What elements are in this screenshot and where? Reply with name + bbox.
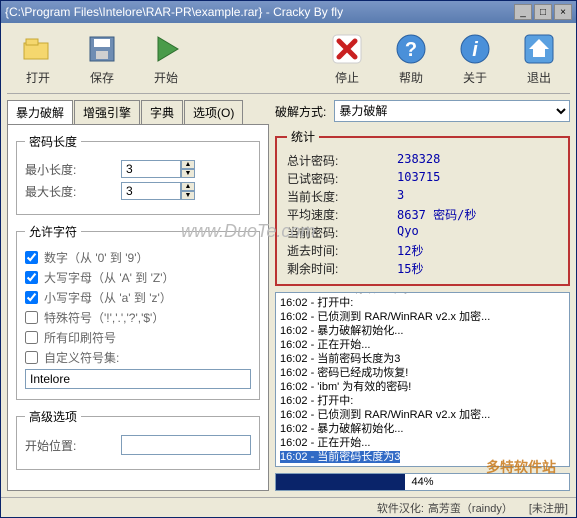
tab-brute[interactable]: 暴力破解: [7, 100, 73, 124]
password-length-group: 密码长度 最小长度: ▲▼ 最大长度: ▲▼: [16, 133, 260, 215]
stat-remain: 15秒: [397, 260, 423, 277]
stat-tried: 103715: [397, 170, 440, 187]
save-button[interactable]: 保存: [71, 27, 133, 89]
chk-lower[interactable]: [25, 291, 38, 304]
custom-charset-input[interactable]: [25, 369, 251, 389]
left-panel: 暴力破解 增强引擎 字典 选项(O) 密码长度 最小长度: ▲▼: [7, 100, 269, 491]
max-length-label: 最大长度:: [25, 183, 115, 200]
min-length-label: 最小长度:: [25, 161, 115, 178]
progress-text: 44%: [276, 474, 569, 490]
start-pos-label: 开始位置:: [25, 437, 115, 454]
charset-group: 允许字符 数字（从 '0' 到 '9'） 大写字母（从 'A' 到 'Z'） 小…: [16, 223, 260, 400]
log-line: 16:02 - 暴力破解初始化...: [280, 422, 565, 436]
min-up[interactable]: ▲: [181, 160, 195, 169]
chk-upper[interactable]: [25, 271, 38, 284]
log-line: 16:02 - 已侦测到 RAR/WinRAR v2.x 加密...: [280, 408, 565, 422]
help-button[interactable]: ? 帮助: [380, 27, 442, 89]
folder-open-icon: [20, 31, 56, 67]
log-line: 16:02 - 当前密码长度为3: [280, 450, 565, 464]
stat-total: 238328: [397, 152, 440, 169]
chk-special[interactable]: [25, 311, 38, 324]
close-button[interactable]: ×: [554, 4, 572, 20]
stat-elapsed: 12秒: [397, 242, 423, 259]
min-down[interactable]: ▼: [181, 169, 195, 178]
chk-digits[interactable]: [25, 251, 38, 264]
home-icon: [521, 31, 557, 67]
max-length-input[interactable]: [121, 182, 181, 200]
log-line: 16:02 - 当前密码长度为3: [280, 352, 565, 366]
method-label: 破解方式:: [275, 103, 326, 120]
tab-dict[interactable]: 字典: [141, 100, 183, 124]
floppy-icon: [84, 31, 120, 67]
chk-custom[interactable]: [25, 351, 38, 364]
open-button[interactable]: 打开: [7, 27, 69, 89]
start-button[interactable]: 开始: [135, 27, 197, 89]
min-length-input[interactable]: [121, 160, 181, 178]
toolbar: 打开 保存 开始 停止 ? 帮助 i 关于 退出: [1, 23, 576, 93]
stop-button[interactable]: 停止: [316, 27, 378, 89]
right-panel: 破解方式: 暴力破解 统计 总计密码:238328 已试密码:103715 当前…: [275, 100, 570, 491]
statusbar: 软件汉化:高芳蛮（raindy） [未注册]: [1, 497, 576, 517]
advanced-group: 高级选项 开始位置:: [16, 408, 260, 470]
log-line: 16:02 - 打开中:: [280, 394, 565, 408]
stats-group: 统计 总计密码:238328 已试密码:103715 当前长度:3 平均速度:8…: [275, 128, 570, 286]
log-line: 16:02 - 打开中:: [280, 296, 565, 310]
minimize-button[interactable]: _: [514, 4, 532, 20]
log-output[interactable]: 16:01 - 密码已经成功恢复!16:01 - 'ibm' 为有效的密码!16…: [275, 292, 570, 467]
maximize-button[interactable]: □: [534, 4, 552, 20]
play-icon: [148, 31, 184, 67]
stat-curlen: 3: [397, 188, 404, 205]
help-icon: ?: [393, 31, 429, 67]
tab-options[interactable]: 选项(O): [184, 100, 243, 124]
method-select[interactable]: 暴力破解: [334, 100, 570, 122]
stop-x-icon: [329, 31, 365, 67]
max-up[interactable]: ▲: [181, 182, 195, 191]
log-line: 16:02 - 正在开始...: [280, 436, 565, 450]
stat-speed: 8637 密码/秒: [397, 206, 476, 223]
tabs: 暴力破解 增强引擎 字典 选项(O): [7, 100, 269, 124]
info-icon: i: [457, 31, 493, 67]
log-line: 16:02 - 正在开始...: [280, 338, 565, 352]
log-line: 16:02 - 已侦测到 RAR/WinRAR v2.x 加密...: [280, 310, 565, 324]
chk-printable[interactable]: [25, 331, 38, 344]
progress-bar: 44%: [275, 473, 570, 491]
reg-status: [未注册]: [529, 500, 568, 516]
max-down[interactable]: ▼: [181, 191, 195, 200]
exit-button[interactable]: 退出: [508, 27, 570, 89]
log-line: 16:02 - 'ibm' 为有效的密码!: [280, 380, 565, 394]
tab-engine[interactable]: 增强引擎: [74, 100, 140, 124]
log-line: 16:02 - 暴力破解初始化...: [280, 324, 565, 338]
about-button[interactable]: i 关于: [444, 27, 506, 89]
window-title: {C:\Program Files\Intelore\RAR-PR\exampl…: [5, 5, 512, 19]
start-pos-input[interactable]: [121, 435, 251, 455]
svg-text:?: ?: [405, 39, 417, 61]
svg-text:i: i: [472, 39, 478, 61]
titlebar: {C:\Program Files\Intelore\RAR-PR\exampl…: [1, 1, 576, 23]
log-line: 16:02 - 密码已经成功恢复!: [280, 366, 565, 380]
stat-curpwd: Qyo: [397, 224, 419, 241]
